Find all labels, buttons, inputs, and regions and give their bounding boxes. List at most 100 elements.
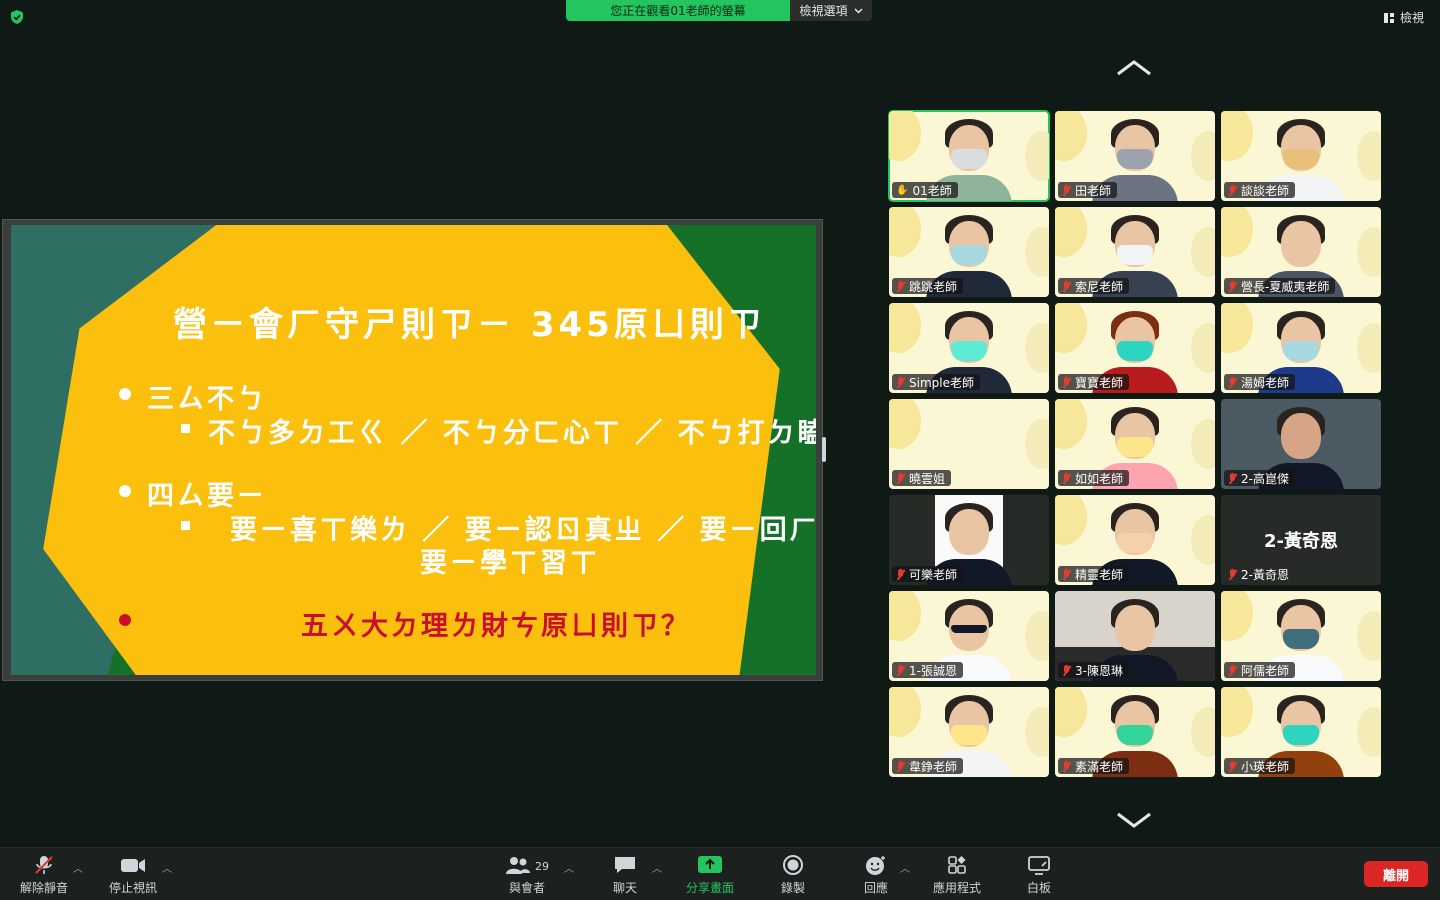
participant-name-tag: 精靈老師: [1058, 566, 1130, 582]
participant-name-tag: 2-黃奇恩: [1224, 566, 1295, 582]
chevron-down-icon: [853, 7, 863, 14]
video-tile[interactable]: 如如老師: [1055, 399, 1215, 489]
reactions-button[interactable]: 回應: [864, 854, 888, 896]
participant-name-tag: 營長-夏威夷老師: [1224, 278, 1336, 294]
unmute-button[interactable]: 解除靜音: [20, 854, 68, 896]
apps-icon: [948, 856, 966, 874]
participant-name-tag: 索尼老師: [1058, 278, 1130, 294]
whiteboard-button[interactable]: 白板: [1027, 854, 1051, 896]
muted-mic-icon: [896, 664, 905, 676]
participant-name-tag: 曉雲姐: [892, 470, 952, 486]
participant-name-tag: 寶寶老師: [1058, 374, 1130, 390]
bullet-dot: [119, 485, 131, 497]
participant-name-tag: ✋ 01老師: [892, 182, 958, 198]
bullet-three-no-detail: 不ㄅ多ㄉ工ㄍ ／ 不ㄅ分ㄈ心ㄒ ／ 不ㄅ打ㄉ瞌ㄎ睡ㄕ: [208, 418, 816, 449]
video-tile[interactable]: Simple老師: [889, 303, 1049, 393]
video-tile[interactable]: 跳跳老師: [889, 207, 1049, 297]
presentation-slide: 營ㄧ會ㄏ守ㄕ則ㄗ－ 345原ㄩ則ㄗ 三ㄙ不ㄅ 不ㄅ多ㄉ工ㄍ ／ 不ㄅ分ㄈ心ㄒ ／…: [11, 225, 816, 675]
muted-mic-icon: [1228, 184, 1237, 196]
participant-name-tag: Simple老師: [892, 374, 980, 390]
participant-name-tag: 1-張誠恩: [892, 662, 963, 678]
participant-name-tag: 湯姆老師: [1224, 374, 1296, 390]
muted-mic-icon: [1062, 184, 1071, 196]
muted-mic-icon: [1062, 568, 1071, 580]
video-tile[interactable]: 韋錚老師: [889, 687, 1049, 777]
screen-share-banner: 您正在觀看01老師的螢幕 檢視選項: [566, 0, 872, 21]
whiteboard-icon: [1028, 856, 1050, 875]
muted-mic-icon: [896, 280, 905, 292]
chat-button[interactable]: 聊天: [613, 854, 637, 896]
panel-resize-handle[interactable]: [822, 437, 826, 462]
shared-screen: 營ㄧ會ㄏ守ㄕ則ㄗ－ 345原ㄩ則ㄗ 三ㄙ不ㄅ 不ㄅ多ㄉ工ㄍ ／ 不ㄅ分ㄈ心ㄒ ／…: [2, 219, 823, 681]
participant-name-tag: 談談老師: [1224, 182, 1296, 198]
participants-button[interactable]: 29 與會者: [505, 854, 549, 896]
slide-title: 營ㄧ會ㄏ守ㄕ則ㄗ－ 345原ㄩ則ㄗ: [173, 305, 766, 345]
participant-name-tag: 韋錚老師: [892, 758, 964, 774]
muted-mic-icon: [896, 568, 905, 580]
meeting-toolbar: 解除靜音 ︿ 停止視訊 ︿ 29 與會者 ︿ 聊天 ︿ 分享畫面 錄製 回應 ︿…: [0, 847, 1440, 900]
video-tile[interactable]: 小瑛老師: [1221, 687, 1381, 777]
video-tile[interactable]: ✋ 01老師: [888, 110, 1050, 202]
view-options-label: 檢視選項: [799, 4, 848, 18]
gallery-layout-icon: [1383, 12, 1394, 23]
participant-count: 29: [535, 860, 549, 873]
muted-microphone-icon: [35, 856, 53, 874]
raised-hand-icon: ✋: [896, 184, 909, 196]
view-options-button[interactable]: 檢視選項: [790, 0, 872, 21]
video-tile[interactable]: 阿儒老師: [1221, 591, 1381, 681]
security-shield-icon[interactable]: [9, 9, 25, 25]
video-tile[interactable]: 寶寶老師: [1055, 303, 1215, 393]
participant-display-name: 2-黃奇恩: [1264, 531, 1338, 552]
sub-bullet-square: [181, 521, 190, 530]
video-tile[interactable]: 湯姆老師: [1221, 303, 1381, 393]
gallery-page-down-icon[interactable]: [1116, 812, 1152, 828]
muted-mic-icon: [1228, 760, 1237, 772]
video-options-caret[interactable]: ︿: [162, 860, 172, 875]
participant-name-tag: 如如老師: [1058, 470, 1130, 486]
stop-video-button[interactable]: 停止視訊: [109, 854, 157, 896]
share-screen-button[interactable]: 分享畫面: [686, 854, 734, 896]
viewing-screen-text: 您正在觀看01老師的螢幕: [566, 0, 790, 21]
audio-options-caret[interactable]: ︿: [73, 860, 83, 875]
bullet-dot: [119, 388, 131, 400]
video-tile[interactable]: 索尼老師: [1055, 207, 1215, 297]
video-tile-camera-off[interactable]: 2-黃奇恩 2-黃奇恩: [1221, 495, 1381, 585]
video-tile[interactable]: 營長-夏威夷老師: [1221, 207, 1381, 297]
video-tile[interactable]: 田老師: [1055, 111, 1215, 201]
muted-mic-icon: [1228, 472, 1237, 484]
muted-mic-icon: [1228, 664, 1237, 676]
video-tile[interactable]: 素滿老師: [1055, 687, 1215, 777]
participant-name-tag: 田老師: [1058, 182, 1118, 198]
participants-options-caret[interactable]: ︿: [564, 860, 574, 875]
muted-mic-icon: [896, 472, 905, 484]
participant-name-tag: 小瑛老師: [1224, 758, 1296, 774]
video-tile[interactable]: 3-陳恩琳: [1055, 591, 1215, 681]
record-icon: [783, 855, 803, 875]
sub-bullet-square: [181, 424, 190, 433]
video-tile[interactable]: 談談老師: [1221, 111, 1381, 201]
record-button[interactable]: 錄製: [781, 854, 805, 896]
video-tile[interactable]: 2-高崑傑: [1221, 399, 1381, 489]
share-screen-icon: [698, 856, 722, 873]
participant-name-tag: 2-高崑傑: [1224, 470, 1295, 486]
muted-mic-icon: [1062, 760, 1071, 772]
gallery-page-up-icon[interactable]: [1116, 60, 1152, 76]
bullet-five-principles: 五ㄨ大ㄉ理ㄌ財ㄘ原ㄩ則ㄗ？: [301, 611, 691, 642]
video-tile[interactable]: 曉雲姐: [889, 399, 1049, 489]
muted-mic-icon: [1062, 280, 1071, 292]
leave-meeting-button[interactable]: 離開: [1364, 861, 1428, 887]
view-button[interactable]: 檢視: [1383, 9, 1424, 26]
reactions-options-caret[interactable]: ︿: [900, 860, 910, 875]
video-tile[interactable]: 精靈老師: [1055, 495, 1215, 585]
video-tile[interactable]: 1-張誠恩: [889, 591, 1049, 681]
muted-mic-icon: [1228, 568, 1237, 580]
video-camera-icon: [121, 859, 145, 872]
muted-mic-icon: [1062, 664, 1071, 676]
bullet-four-musts-detail-2: 要ㄧ學ㄒ習ㄒ: [420, 548, 600, 579]
video-tile[interactable]: 可樂老師: [889, 495, 1049, 585]
apps-button[interactable]: 應用程式: [933, 854, 981, 896]
participant-name-tag: 3-陳恩琳: [1058, 662, 1129, 678]
muted-mic-icon: [1062, 376, 1071, 388]
participant-name-tag: 阿儒老師: [1224, 662, 1296, 678]
chat-options-caret[interactable]: ︿: [652, 860, 662, 875]
